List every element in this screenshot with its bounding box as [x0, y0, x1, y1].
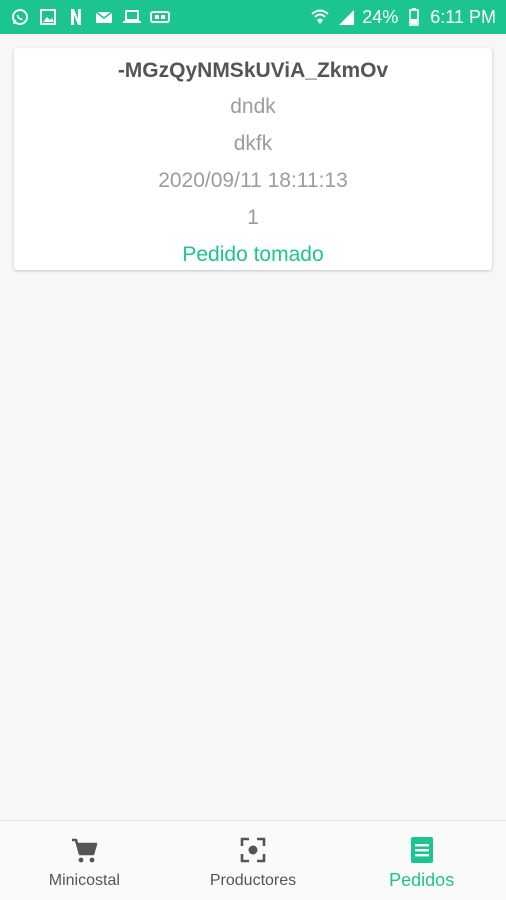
order-id: -MGzQyNMSkUViA_ZkmOv	[117, 59, 389, 82]
list-icon	[407, 835, 437, 865]
order-quantity: 1	[247, 206, 259, 229]
battery-percent: 24%	[362, 6, 399, 27]
gamepad-icon	[150, 7, 170, 27]
nav-label-pedidos: Pedidos	[389, 870, 455, 890]
order-card[interactable]: -MGzQyNMSkUViA_ZkmOv dndk dkfk 2020/09/1…	[14, 48, 492, 270]
laptop-icon	[122, 7, 142, 27]
order-line-2: dkfk	[233, 132, 273, 155]
nav-label-productores: Productores	[209, 872, 297, 889]
order-date: 2020/09/11 18:11:13	[158, 169, 348, 192]
mail-icon	[94, 7, 114, 27]
order-line-1: dndk	[230, 95, 276, 118]
notification-icons	[10, 7, 170, 27]
clock: 6:11 PM	[430, 6, 496, 27]
nav-item-minicostal[interactable]: Minicostal	[0, 821, 169, 900]
nav-label-minicostal: Minicostal	[48, 872, 120, 889]
signal-icon	[336, 7, 356, 27]
status-bar: 24% 6:11 PM	[0, 0, 506, 34]
wifi-icon	[310, 7, 330, 27]
focus-icon	[238, 835, 268, 865]
netflix-icon	[66, 7, 86, 27]
cart-icon	[69, 835, 99, 865]
order-status: Pedido tomado	[182, 243, 324, 266]
battery-icon	[404, 7, 424, 27]
whatsapp-icon	[10, 7, 30, 27]
bottom-navigation: Minicostal Productores Pedidos	[0, 820, 506, 900]
nav-item-productores[interactable]: Productores	[169, 821, 338, 900]
system-status: 24% 6:11 PM	[310, 7, 496, 28]
image-icon	[38, 7, 58, 27]
nav-item-pedidos[interactable]: Pedidos	[337, 821, 506, 900]
